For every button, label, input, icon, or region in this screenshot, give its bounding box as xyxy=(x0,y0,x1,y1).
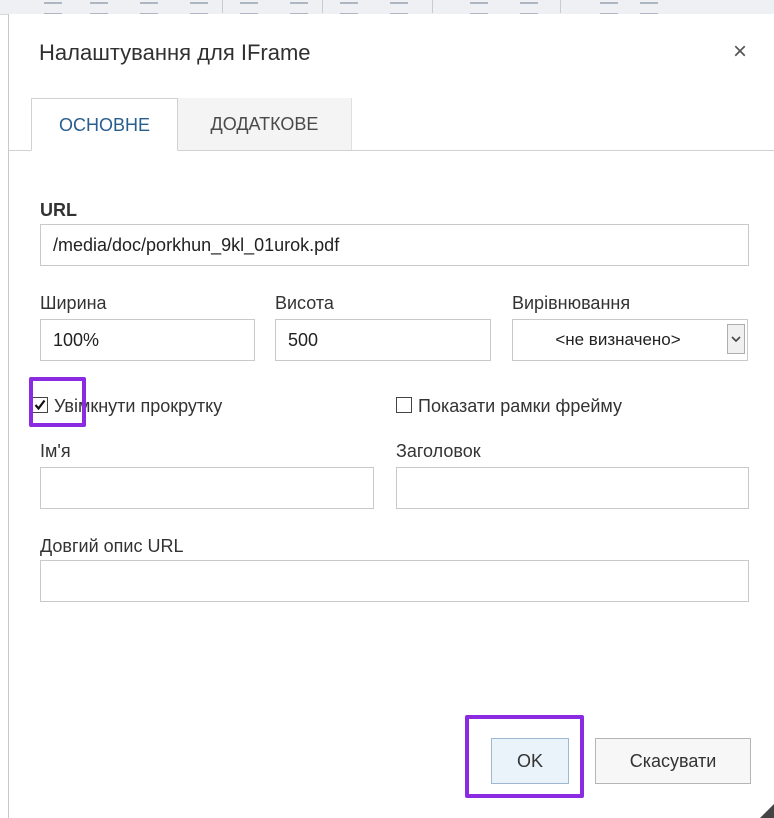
checkbox-unchecked[interactable] xyxy=(396,397,412,413)
close-icon: × xyxy=(732,38,747,65)
toolbar-separator xyxy=(322,0,323,13)
url-input[interactable] xyxy=(40,224,749,266)
dialog-title: Налаштування для IFrame xyxy=(39,40,311,65)
show-frame-border-label: Показати рамки фрейму xyxy=(418,396,622,416)
page: Налаштування для IFrame × ОСНОВНЕ ДОДАТК… xyxy=(0,0,774,818)
height-label: Висота xyxy=(275,293,334,313)
width-label: Ширина xyxy=(40,293,107,313)
enable-scrolling-label: Увімкнути прокрутку xyxy=(54,396,223,416)
long-description-label: Довгий опис URL xyxy=(40,536,184,556)
iframe-properties-dialog: Налаштування для IFrame × ОСНОВНЕ ДОДАТК… xyxy=(8,14,774,818)
resize-grip-icon[interactable] xyxy=(758,802,774,818)
name-input[interactable] xyxy=(40,467,374,509)
height-input[interactable] xyxy=(275,319,491,361)
url-label: URL xyxy=(40,200,77,220)
enable-scrolling-checkbox[interactable]: Увімкнути прокрутку xyxy=(32,395,332,419)
alignment-selected-value: <не визначено> xyxy=(555,330,681,349)
close-button[interactable]: × xyxy=(727,40,753,66)
width-input[interactable] xyxy=(40,319,255,361)
name-label: Ім'я xyxy=(40,441,71,461)
alignment-select[interactable]: <не визначено> xyxy=(512,319,748,361)
tab-general[interactable]: ОСНОВНЕ xyxy=(31,98,178,151)
show-frame-border-checkbox[interactable]: Показати рамки фрейму xyxy=(396,395,716,419)
editor-toolbar-background xyxy=(0,0,774,15)
toolbar-separator xyxy=(560,0,561,13)
checkbox-checked[interactable] xyxy=(32,397,48,413)
tab-advanced[interactable]: ДОДАТКОВЕ xyxy=(178,98,352,150)
long-description-input[interactable] xyxy=(40,560,749,602)
tabs-bar: ОСНОВНЕ ДОДАТКОВЕ xyxy=(9,98,774,151)
alignment-label: Вирівнювання xyxy=(512,293,631,313)
ok-button[interactable]: OK xyxy=(491,738,569,784)
title-input[interactable] xyxy=(396,467,749,509)
chevron-down-icon[interactable] xyxy=(727,324,745,354)
dialog-titlebar[interactable]: Налаштування для IFrame × xyxy=(9,14,774,86)
cancel-button[interactable]: Скасувати xyxy=(595,738,751,784)
toolbar-separator xyxy=(222,0,223,13)
toolbar-separator xyxy=(432,0,433,13)
title-label: Заголовок xyxy=(396,441,481,461)
checkmark-icon xyxy=(34,399,46,411)
